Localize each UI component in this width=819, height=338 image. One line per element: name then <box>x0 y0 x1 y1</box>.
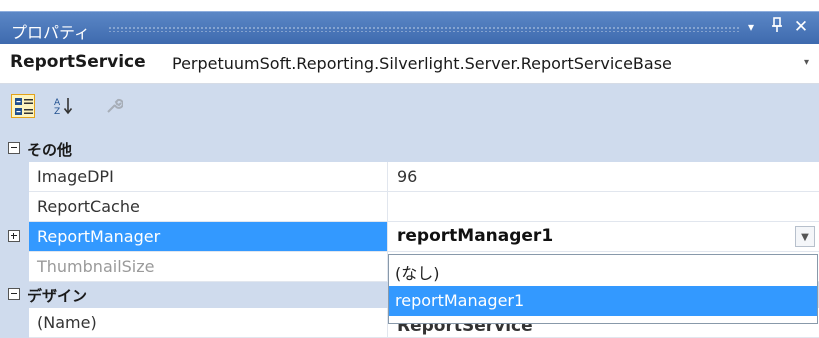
window-title: プロパティ <box>11 23 91 42</box>
alphabetical-icon: A Z <box>54 98 73 115</box>
property-row-reportcache[interactable]: ReportCache <box>0 192 819 222</box>
category-label: デザイン <box>27 287 88 305</box>
category-label: その他 <box>27 141 73 159</box>
category-other[interactable]: その他 <box>0 136 819 162</box>
object-name: ReportService <box>10 52 146 72</box>
property-pages-button[interactable] <box>102 94 126 118</box>
chevron-down-icon[interactable]: ▾ <box>804 57 809 68</box>
categorized-button[interactable] <box>11 94 35 118</box>
collapse-icon[interactable] <box>8 288 20 300</box>
property-name: ImageDPI <box>37 167 114 186</box>
title-bar[interactable]: プロパティ ▾ ✕ <box>0 11 819 44</box>
title-bar-grip <box>108 26 741 32</box>
svg-text:Z: Z <box>54 107 60 115</box>
property-toolbar: A Z <box>0 84 819 136</box>
property-name: (Name) <box>37 313 97 332</box>
properties-window: プロパティ ▾ ✕ ReportService PerpetuumSoft.Re… <box>0 0 819 338</box>
object-selector[interactable]: ReportService PerpetuumSoft.Reporting.Si… <box>0 44 819 84</box>
dropdown-option-reportmanager1[interactable]: reportManager1 <box>389 286 817 316</box>
dropdown-option-none[interactable]: (なし) <box>389 255 817 285</box>
alphabetical-button[interactable]: A Z <box>51 94 75 118</box>
reportmanager-dropdown-list[interactable]: (なし) reportManager1 <box>388 254 818 324</box>
close-icon[interactable]: ✕ <box>792 17 810 37</box>
property-row-reportmanager[interactable]: ReportManager reportManager1 ▼ <box>0 222 819 252</box>
chevron-down-icon: ▼ <box>801 232 809 243</box>
property-row-imagedpi[interactable]: ImageDPI 96 <box>0 162 819 192</box>
categorized-icon <box>15 98 33 115</box>
property-value: reportManager1 <box>397 226 554 246</box>
property-name: ReportCache <box>37 197 140 216</box>
property-value: 96 <box>397 167 418 186</box>
wrench-icon <box>107 98 123 113</box>
collapse-icon[interactable] <box>8 142 20 154</box>
pin-icon[interactable] <box>768 17 786 38</box>
dropdown-button[interactable]: ▼ <box>795 226 815 247</box>
property-name: ReportManager <box>37 227 161 246</box>
object-type: PerpetuumSoft.Reporting.Silverlight.Serv… <box>172 54 672 73</box>
expand-icon[interactable] <box>8 230 20 242</box>
window-menu-icon[interactable]: ▾ <box>742 17 760 37</box>
property-name: ThumbnailSize <box>37 257 155 276</box>
